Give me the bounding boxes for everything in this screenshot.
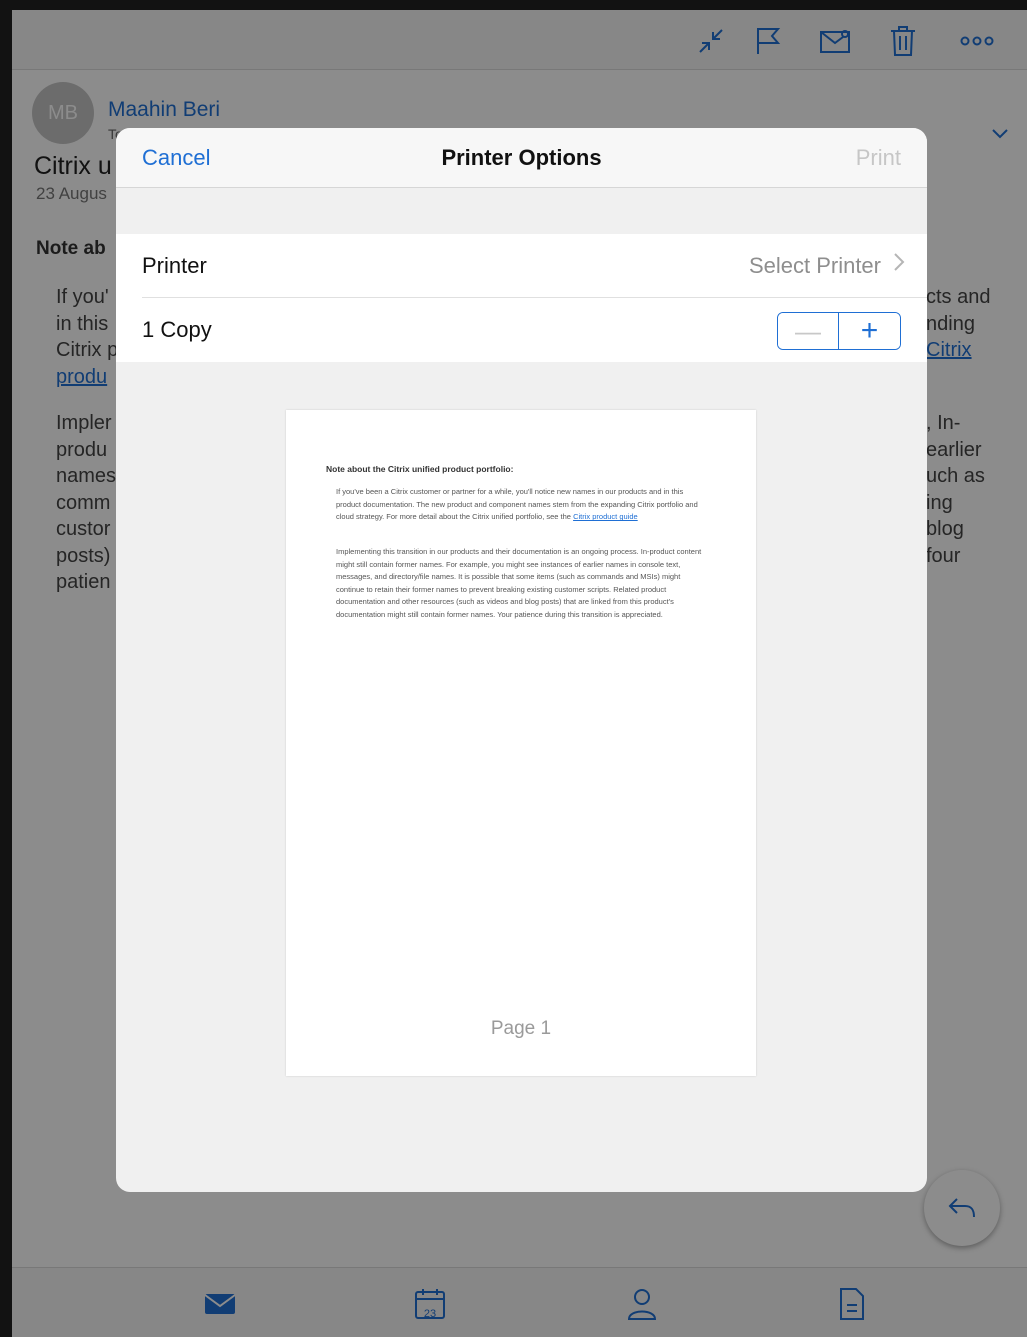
page-number-label: Page 1 xyxy=(490,1018,552,1039)
printer-row[interactable]: Printer Select Printer xyxy=(142,234,927,298)
dialog-header: Cancel Printer Options Print xyxy=(116,128,927,188)
preview-heading: Note about the Citrix unified product po… xyxy=(326,464,514,474)
preview-paragraph: Implementing this transition in our prod… xyxy=(336,547,702,619)
print-button[interactable]: Print xyxy=(856,145,901,171)
screen: MB Maahin Beri To Citrix u 23 Augus Note… xyxy=(12,10,1027,1337)
select-printer-value[interactable]: Select Printer xyxy=(749,253,881,279)
dialog-title: Printer Options xyxy=(441,145,602,170)
preview-link: Citrix product guide xyxy=(573,512,638,522)
printer-options-dialog: Cancel Printer Options Print Printer Sel… xyxy=(116,128,927,1192)
printer-label: Printer xyxy=(142,253,207,278)
copies-label: 1 Copy xyxy=(142,317,212,342)
preview-paragraph: If you've been a Citrix customer or part… xyxy=(336,487,698,522)
chevron-right-icon xyxy=(893,252,905,278)
options-list: Printer Select Printer 1 Copy — + xyxy=(116,234,927,362)
decrement-button[interactable]: — xyxy=(778,313,840,349)
increment-button[interactable]: + xyxy=(839,313,900,349)
page-preview[interactable]: Note about the Citrix unified product po… xyxy=(286,410,756,1076)
copies-stepper[interactable]: — + xyxy=(777,312,901,350)
copies-row: 1 Copy — + xyxy=(142,298,927,362)
